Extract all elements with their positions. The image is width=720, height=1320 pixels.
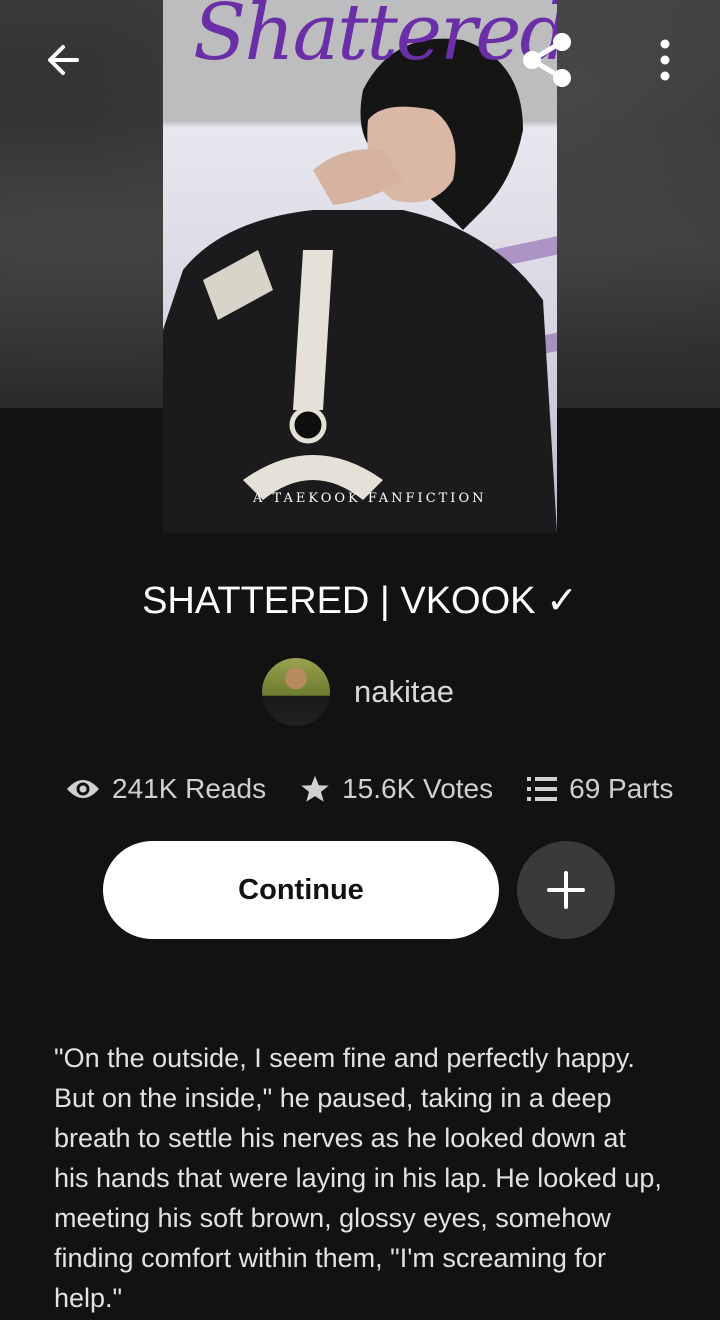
votes-count: 15.6K Votes — [342, 773, 494, 804]
continue-label: Continue — [238, 873, 364, 906]
more-vertical-icon — [660, 39, 670, 81]
cover-figure — [163, 210, 557, 533]
cover-title: Shattered — [193, 0, 557, 78]
author-avatar[interactable] — [262, 658, 330, 726]
author-name[interactable]: nakitae — [354, 674, 454, 710]
eye-icon — [67, 780, 99, 798]
share-button[interactable] — [518, 30, 578, 90]
parts-stat[interactable]: 69 Parts — [527, 773, 673, 805]
share-icon — [523, 33, 571, 87]
add-to-library-button[interactable] — [517, 841, 615, 939]
story-title: SHATTERED | VKOOK ✓ — [142, 580, 578, 622]
story-cover: Shattered A TAEKOOK FANFICTION — [163, 0, 557, 533]
continue-button[interactable]: Continue — [103, 841, 499, 939]
votes-stat: 15.6K Votes — [300, 773, 493, 805]
plus-icon — [547, 871, 585, 909]
reads-count: 241K Reads — [112, 773, 267, 804]
story-stats: 241K Reads 15.6K Votes 69 Parts — [66, 766, 673, 812]
story-description: "On the outside, I seem fine and perfect… — [54, 1043, 662, 1313]
cover-subtitle: A TAEKOOK FANFICTION — [253, 491, 487, 506]
parts-count[interactable]: 69 Parts — [569, 773, 673, 805]
back-button[interactable] — [33, 30, 93, 90]
author-link[interactable]: nakitae — [262, 658, 454, 726]
list-icon — [527, 777, 558, 801]
more-options-button[interactable] — [635, 30, 695, 90]
reads-stat: 241K Reads — [66, 773, 266, 805]
star-icon — [301, 775, 329, 802]
arrow-left-icon — [48, 45, 79, 75]
